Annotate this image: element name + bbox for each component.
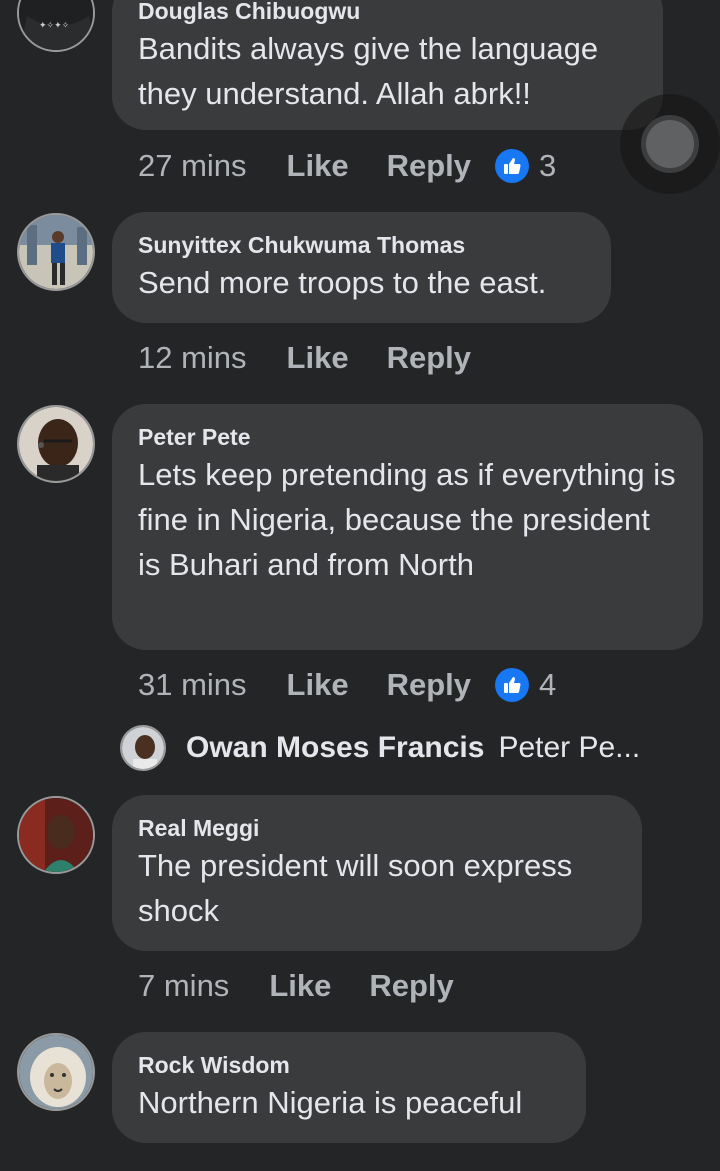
- comment-author[interactable]: Sunyittex Chukwuma Thomas: [138, 230, 585, 260]
- reply-button[interactable]: Reply: [387, 667, 471, 703]
- comment-bubble[interactable]: Rock Wisdom Northern Nigeria is peaceful: [112, 1032, 586, 1143]
- reaction-count[interactable]: 4: [539, 667, 556, 703]
- like-button[interactable]: Like: [269, 968, 331, 1004]
- reply-button[interactable]: Reply: [369, 968, 453, 1004]
- like-button[interactable]: Like: [287, 340, 349, 376]
- comment-time[interactable]: 12 mins: [138, 340, 247, 376]
- comment-time[interactable]: 31 mins: [138, 667, 247, 703]
- reaction-count[interactable]: 3: [539, 148, 556, 184]
- chat-head-bubble[interactable]: [620, 94, 720, 194]
- comment-bubble[interactable]: Douglas Chibuogwu Bandits always give th…: [112, 0, 663, 130]
- comment-author[interactable]: Douglas Chibuogwu: [138, 0, 637, 26]
- reply-preview[interactable]: Owan Moses Francis Peter Pe...: [120, 722, 640, 774]
- comment-time[interactable]: 27 mins: [138, 148, 247, 184]
- comment-text: Send more troops to the east.: [138, 265, 547, 300]
- chat-head-icon[interactable]: [641, 115, 699, 173]
- reply-snippet[interactable]: Peter Pe...: [498, 731, 640, 765]
- reply-author[interactable]: Owan Moses Francis: [186, 731, 484, 765]
- comment-text: The president will soon express shock: [138, 848, 573, 928]
- comment-bubble[interactable]: Real Meggi The president will soon expre…: [112, 795, 642, 951]
- avatar[interactable]: [17, 213, 95, 291]
- comment-author[interactable]: Peter Pete: [138, 422, 677, 452]
- avatar[interactable]: [17, 796, 95, 874]
- comment-text: Bandits always give the language they un…: [138, 31, 599, 111]
- reply-avatar[interactable]: [120, 725, 166, 771]
- thumbs-up-icon[interactable]: [495, 149, 529, 183]
- comment-actions: 7 mins Like Reply: [138, 966, 478, 1006]
- like-button[interactable]: Like: [287, 148, 349, 184]
- comment-text: Northern Nigeria is peaceful: [138, 1085, 523, 1120]
- comment-author[interactable]: Real Meggi: [138, 813, 616, 843]
- comment-bubble[interactable]: Sunyittex Chukwuma Thomas Send more troo…: [112, 212, 611, 323]
- comment-actions: 12 mins Like Reply: [138, 338, 495, 378]
- comment-author[interactable]: Rock Wisdom: [138, 1050, 560, 1080]
- comments-screen: ✦✧✦✧ Douglas Chibuogwu Bandits always gi…: [0, 0, 720, 1171]
- reply-button[interactable]: Reply: [387, 340, 471, 376]
- comment-actions: 27 mins Like Reply 3: [138, 146, 556, 186]
- avatar[interactable]: ✦✧✦✧: [17, 0, 95, 52]
- comment-bubble[interactable]: Peter Pete Lets keep pretending as if ev…: [112, 404, 703, 650]
- reply-button[interactable]: Reply: [387, 148, 471, 184]
- comment-actions: 31 mins Like Reply 4: [138, 665, 556, 705]
- like-button[interactable]: Like: [287, 667, 349, 703]
- comment-time[interactable]: 7 mins: [138, 968, 229, 1004]
- avatar[interactable]: [17, 405, 95, 483]
- comment-text: Lets keep pretending as if everything is…: [138, 457, 676, 582]
- thumbs-up-icon[interactable]: [495, 668, 529, 702]
- svg-text:✦✧✦✧: ✦✧✦✧: [39, 21, 70, 31]
- avatar[interactable]: [17, 1033, 95, 1111]
